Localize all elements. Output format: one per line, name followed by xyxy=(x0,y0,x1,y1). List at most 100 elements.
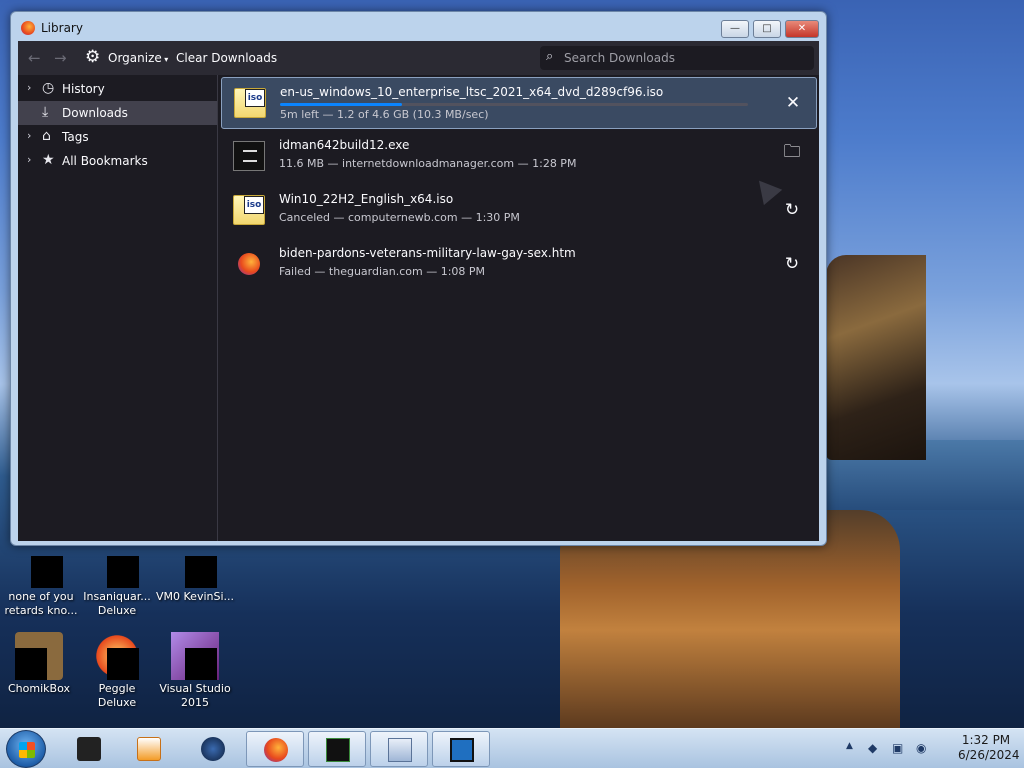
chevron-right-icon[interactable]: › xyxy=(27,153,31,166)
download-name: en-us_windows_10_enterprise_ltsc_2021_x6… xyxy=(280,85,664,99)
library-content: ← → ⚙ Organize ▾ Clear Downloads ⌕ › ◷ H… xyxy=(18,41,819,541)
sidebar-item-downloads[interactable]: ⤓ Downloads xyxy=(18,101,217,125)
download-progress-bar xyxy=(280,103,748,106)
retry-icon[interactable]: ↻ xyxy=(781,199,803,221)
clock-time: 1:32 PM xyxy=(961,733,1011,747)
media-player-icon xyxy=(137,737,161,761)
sidebar-item-label: Downloads xyxy=(62,106,128,120)
chevron-down-icon: ▾ xyxy=(161,55,169,64)
download-row[interactable]: biden-pardons-veterans-military-law-gay-… xyxy=(221,239,817,291)
window-titlebar[interactable]: Library — □ ✕ xyxy=(11,12,826,42)
taskbar-app-explorer[interactable] xyxy=(60,731,118,767)
sidebar-item-history[interactable]: › ◷ History xyxy=(18,77,217,101)
text-file-icon xyxy=(17,540,65,588)
search-box[interactable]: ⌕ xyxy=(540,46,814,70)
desktop-wallpaper-rock xyxy=(826,255,926,460)
maximize-button[interactable]: □ xyxy=(753,20,781,38)
taskbar-app-keyboard[interactable] xyxy=(370,731,428,767)
htm-file-icon xyxy=(238,253,260,275)
taskbar-app-network[interactable] xyxy=(184,731,242,767)
sidebar-item-tags[interactable]: › ⌂ Tags xyxy=(18,125,217,149)
minimize-button[interactable]: — xyxy=(721,20,749,38)
arrow-right-icon[interactable]: → xyxy=(54,49,67,67)
taskbar-app-task-manager[interactable] xyxy=(308,731,366,767)
download-progress-fill xyxy=(280,103,402,106)
desktop-icon-text-file[interactable]: none of you retards kno... xyxy=(2,540,80,618)
system-tray: ▲ ◆ ▣ ◉ 1:32 PM 6/26/2024 xyxy=(834,729,1024,768)
firefox-icon xyxy=(21,21,35,35)
desktop-icon-label: ChomikBox xyxy=(8,682,70,695)
desktop-icon-vm0[interactable]: VM0 KevinSi... xyxy=(156,540,234,604)
library-sidebar: › ◷ History ⤓ Downloads › ⌂ Tags › ★ All… xyxy=(18,75,218,541)
download-name: idman642build12.exe xyxy=(279,138,410,152)
download-row[interactable]: iso en-us_windows_10_enterprise_ltsc_202… xyxy=(221,77,817,129)
desktop-icon-visual-studio[interactable]: Visual Studio 2015 xyxy=(156,632,234,710)
desktop-icon-label: none of you retards kno... xyxy=(4,590,78,617)
cancel-icon[interactable]: ✕ xyxy=(782,92,804,114)
chevron-right-icon[interactable]: › xyxy=(27,81,31,94)
desktop-icon-chomikbox[interactable]: ChomikBox xyxy=(0,632,78,696)
gear-icon[interactable]: ⚙ xyxy=(85,47,100,67)
downloads-list: iso en-us_windows_10_enterprise_ltsc_202… xyxy=(219,75,819,541)
monitor-icon[interactable]: ▣ xyxy=(892,741,903,755)
download-row[interactable]: iso Win10_22H2_English_x64.iso Canceled … xyxy=(221,185,817,237)
search-icon: ⌕ xyxy=(546,49,554,64)
download-status: 11.6 MB — internetdownloadmanager.com — … xyxy=(279,157,577,170)
desktop-icon-label: Visual Studio 2015 xyxy=(159,682,231,709)
download-status: 5m left — 1.2 of 4.6 GB (10.3 MB/sec) xyxy=(280,108,489,121)
iso-file-icon: iso xyxy=(234,88,266,118)
volume-icon[interactable]: ◉ xyxy=(916,741,926,755)
sidebar-item-label: All Bookmarks xyxy=(62,154,148,168)
search-input[interactable] xyxy=(564,49,804,67)
chomikbox-icon xyxy=(15,632,63,680)
organize-button[interactable]: Organize ▾ xyxy=(108,51,168,65)
desktop-icon-peggle[interactable]: Peggle Deluxe xyxy=(78,632,156,710)
network-globe-icon xyxy=(201,737,225,761)
arrow-left-icon[interactable]: ← xyxy=(28,49,41,67)
sidebar-item-label: Tags xyxy=(62,130,89,144)
download-row[interactable]: idman642build12.exe 11.6 MB — internetdo… xyxy=(221,131,817,183)
retry-icon[interactable]: ↻ xyxy=(781,253,803,275)
taskbar-app-media-player[interactable] xyxy=(120,731,178,767)
taskbar: ▲ ◆ ▣ ◉ 1:32 PM 6/26/2024 xyxy=(0,728,1024,768)
organize-label: Organize xyxy=(108,51,162,65)
window-title: Library xyxy=(41,21,83,35)
library-toolbar: ← → ⚙ Organize ▾ Clear Downloads ⌕ xyxy=(18,41,819,75)
visual-studio-icon xyxy=(171,632,219,680)
desktop-icon-insaniquarium[interactable]: Insaniquar... Deluxe xyxy=(78,540,156,618)
firefox-icon xyxy=(264,738,288,762)
sidebar-item-label: History xyxy=(62,82,105,96)
download-status: Canceled — computernewb.com — 1:30 PM xyxy=(279,211,520,224)
taskbar-clock[interactable]: 1:32 PM 6/26/2024 xyxy=(958,733,1020,763)
close-button[interactable]: ✕ xyxy=(785,20,819,38)
taskbar-app-remote-desktop[interactable] xyxy=(432,731,490,767)
peggle-icon xyxy=(93,632,141,680)
clear-downloads-button[interactable]: Clear Downloads xyxy=(176,51,277,65)
explorer-icon xyxy=(77,737,101,761)
star-icon: ★ xyxy=(42,152,55,168)
clock-date: 6/26/2024 xyxy=(958,748,1020,762)
desktop-icon-label: VM0 KevinSi... xyxy=(156,590,235,603)
download-icon: ⤓ xyxy=(42,104,49,120)
tag-icon: ⌂ xyxy=(42,128,51,144)
download-name: Win10_22H2_English_x64.iso xyxy=(279,192,454,206)
taskbar-app-firefox[interactable] xyxy=(246,731,304,767)
chevron-up-icon[interactable]: ▲ xyxy=(846,741,853,751)
download-name: biden-pardons-veterans-military-law-gay-… xyxy=(279,246,576,260)
windows-logo-icon xyxy=(19,742,35,758)
iso-file-icon: iso xyxy=(233,195,265,225)
download-status: Failed — theguardian.com — 1:08 PM xyxy=(279,265,486,278)
desktop-icon-label: Peggle Deluxe xyxy=(97,682,137,709)
chevron-right-icon[interactable]: › xyxy=(27,129,31,142)
library-window: Library — □ ✕ ← → ⚙ Organize ▾ Clear Dow… xyxy=(10,11,827,546)
insaniquarium-icon xyxy=(93,540,141,588)
desktop-icon-label: Insaniquar... Deluxe xyxy=(83,590,151,617)
vm0-icon xyxy=(171,540,219,588)
keyboard-icon xyxy=(388,738,412,762)
folder-icon[interactable]: 🗀 xyxy=(781,141,803,163)
clock-icon: ◷ xyxy=(42,80,55,96)
task-manager-icon xyxy=(326,738,350,762)
shield-icon[interactable]: ◆ xyxy=(868,741,877,755)
start-button[interactable] xyxy=(6,730,46,768)
sidebar-item-all-bookmarks[interactable]: › ★ All Bookmarks xyxy=(18,149,217,173)
